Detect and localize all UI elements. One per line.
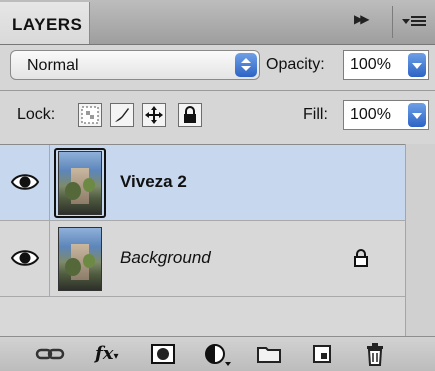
eye-icon <box>11 174 39 190</box>
layers-scrollbar[interactable] <box>405 144 435 336</box>
fx-icon[interactable]: fx▾ <box>95 343 119 364</box>
opacity-label: Opacity: <box>266 56 325 73</box>
opacity-dropdown-icon[interactable] <box>408 53 426 77</box>
visibility-toggle[interactable] <box>0 145 50 220</box>
link-layers-icon[interactable] <box>35 342 65 366</box>
divider <box>0 90 435 91</box>
panel-menu-icon[interactable] <box>392 6 433 38</box>
trash-icon[interactable] <box>364 342 392 366</box>
blend-mode-select[interactable]: Normal <box>10 50 260 80</box>
layer-row-viveza-2[interactable]: Viveza 2 <box>0 145 405 221</box>
blend-mode-value: Normal <box>27 57 79 74</box>
fill-field[interactable]: 100% <box>343 100 429 130</box>
lock-position-icon[interactable] <box>142 103 166 127</box>
collapse-panel-icon[interactable]: ▶▶ <box>354 12 378 32</box>
layer-row-background[interactable]: Background <box>0 221 405 297</box>
adjustment-layer-icon[interactable] <box>203 342 231 366</box>
visibility-toggle[interactable] <box>0 221 50 296</box>
layers-list: Viveza 2 Background <box>0 144 405 337</box>
opacity-field[interactable]: 100% <box>343 50 429 80</box>
lock-transparent-pixels-icon[interactable] <box>78 103 102 127</box>
lock-label: Lock: <box>17 106 56 123</box>
thumbnail-selection-frame <box>54 148 106 218</box>
lock-image-pixels-icon[interactable] <box>110 103 134 127</box>
tab-layers-label: LAYERS <box>12 15 83 34</box>
fill-label: Fill: <box>303 106 328 123</box>
layer-name[interactable]: Viveza 2 <box>120 172 187 192</box>
new-layer-icon[interactable] <box>310 342 338 366</box>
layer-thumbnail[interactable] <box>58 227 102 291</box>
panel-footer: fx▾ <box>0 336 435 371</box>
lock-all-icon[interactable] <box>178 103 202 127</box>
opacity-value: 100% <box>350 56 391 73</box>
layer-mask-icon[interactable] <box>150 342 178 366</box>
tab-layers[interactable]: LAYERS <box>0 2 90 44</box>
fill-value: 100% <box>350 106 391 123</box>
eye-icon <box>11 250 39 266</box>
fill-dropdown-icon[interactable] <box>408 103 426 127</box>
blend-mode-stepper-icon[interactable] <box>235 53 257 77</box>
layer-name[interactable]: Background <box>120 248 211 268</box>
layers-panel: LAYERS ▶▶ Normal Opacity: 100% Lock: Fil… <box>0 0 435 371</box>
new-group-icon[interactable] <box>256 342 284 366</box>
panel-tab-bar: LAYERS ▶▶ <box>0 0 435 45</box>
layer-lock-icon <box>354 249 368 267</box>
